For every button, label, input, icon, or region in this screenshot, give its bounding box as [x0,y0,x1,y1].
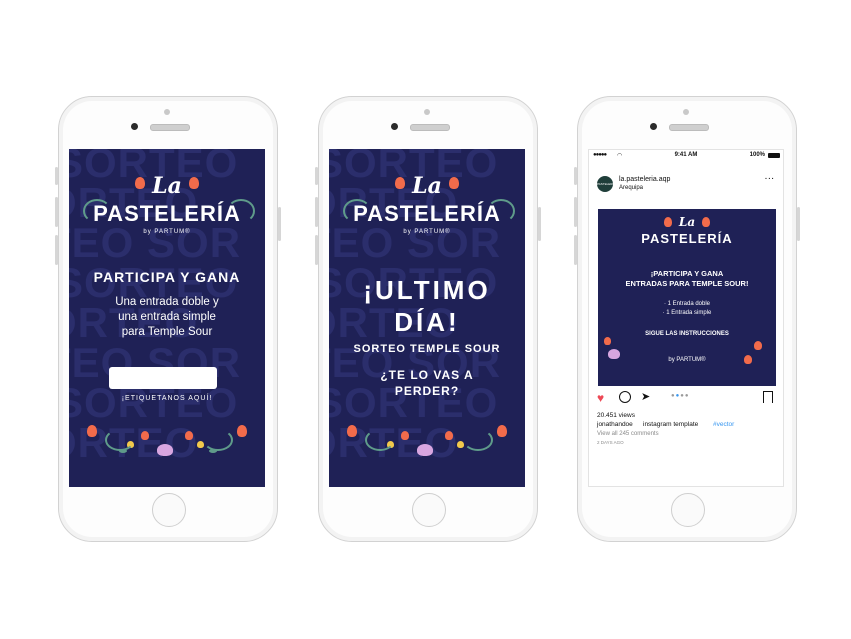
instagram-screen: ●●●●● ◠ 9:41 AM 100% PASTELERÍA la.paste… [588,149,784,487]
front-camera [391,123,398,130]
home-button[interactable] [152,493,186,527]
post-instructions: SIGUE LAS INSTRUCCIONES [645,331,729,337]
account-avatar[interactable]: PASTELERÍA [597,176,615,192]
logo-by-partum: by PARTUM® [403,229,451,235]
flower-icon [754,341,762,350]
view-comments-link[interactable]: View all 245 comments [597,431,659,437]
lotus-flower-icon [608,349,620,359]
flower-icon [445,431,453,440]
front-sensor [164,109,170,115]
front-sensor [424,109,430,115]
views-count: 20.451 views [597,412,635,419]
share-icon[interactable]: ➤ [641,390,650,403]
location[interactable]: Arequipa [619,185,643,191]
post-image: La PASTELERÍA ¡PARTICIPA Y GANA ENTRADAS… [598,209,776,386]
leaf-icon [209,449,217,453]
account-name[interactable]: la.pasteleria.aqp [619,176,670,183]
flower-icon [141,431,149,440]
lotus-flower-icon [417,444,433,456]
swirl-ornament-icon [105,429,135,451]
earpiece-speaker [410,124,450,131]
power-button [278,207,281,241]
flower-icon [237,425,247,437]
logo-pasteleria: PASTELERÍA [93,201,241,226]
mute-switch [55,167,58,185]
lotus-flower-icon [157,444,173,456]
volume-up-button [315,197,318,227]
question-line-1: ¿TE LO VAS A [380,368,474,382]
more-options-icon[interactable]: ··· [765,176,775,183]
tag-input[interactable] [109,367,217,389]
flower-icon [185,431,193,440]
body-line-2: una entrada simple [118,311,216,323]
comment-icon[interactable] [619,391,631,403]
logo-la: La [412,173,442,199]
phone-mockup-2: SORTEO SORTEO TEO SOR SORTEO SORTEO TEO … [315,96,541,542]
big-headline-line-1: ¡ULTIMO [363,275,491,305]
logo-pasteleria: PASTELERÍA [353,201,501,226]
front-camera [650,123,657,130]
phone-mockup-3: ●●●●● ◠ 9:41 AM 100% PASTELERÍA la.paste… [574,96,800,542]
post-time: 2 DAYS AGO [597,440,624,445]
flower-icon [401,431,409,440]
post-item-2: · 1 Entrada simple [662,310,712,316]
volume-up-button [574,197,577,227]
front-camera [131,123,138,130]
post-headline-line-2: ENTRADAS PARA TEMPLE SOUR! [625,279,749,288]
mute-switch [574,167,577,185]
leaf-icon [119,449,127,453]
earpiece-speaker [150,124,190,131]
battery-icon [768,153,780,158]
heading: PARTICIPA Y GANA [93,269,241,285]
username[interactable]: jonathandoe [597,421,633,428]
post-logo-pasteleria: PASTELERÍA [641,231,733,246]
logo-la: La [152,173,182,199]
home-button[interactable] [412,493,446,527]
flower-icon [604,337,611,345]
volume-up-button [55,197,58,227]
story-screen-2: SORTEO SORTEO TEO SOR SORTEO SORTEO TEO … [329,149,525,487]
volume-down-button [315,235,318,265]
earpiece-speaker [669,124,709,131]
hashtag-link[interactable]: #vector [713,421,734,428]
tag-label: ¡ETIQUETANOS AQUÍ! [121,395,213,402]
home-button[interactable] [671,493,705,527]
question-line-2: PERDER? [394,384,460,398]
post-headline-line-1: ¡PARTICIPA Y GANA [650,269,724,278]
power-button [538,207,541,241]
post-item-1: · 1 Entrada doble [663,301,711,307]
front-sensor [683,109,689,115]
carousel-dots-icon: ●●●● [671,393,690,399]
big-headline-line-2: DÍA! [394,307,460,337]
volume-down-button [55,235,58,265]
bookmark-icon[interactable] [763,391,773,403]
status-battery: 100% [749,152,765,158]
body-line-3: para Temple Sour [121,326,213,338]
logo-by-partum: by PARTUM® [143,229,191,235]
story-screen-1: SORTEO SORTEO TEO SOR SORTEO SORTEO TEO … [69,149,265,487]
heart-icon[interactable]: ♥ [597,391,604,405]
flower-icon [347,425,357,437]
volume-down-button [574,235,577,265]
post-logo-la: La [678,215,696,229]
body-line-1: Una entrada doble y [115,296,219,308]
phone-mockup-1: SORTEO SORTEO TEO SOR SORTEO SORTEO TEO … [55,96,281,542]
caption: instagram template [643,421,699,428]
swirl-ornament-icon [365,429,395,451]
flower-icon [87,425,97,437]
flower-icon [744,355,752,364]
subtitle: SORTEO TEMPLE SOUR [353,343,501,355]
flower-icon [497,425,507,437]
power-button [797,207,800,241]
mute-switch [315,167,318,185]
swirl-ornament-icon [203,429,233,451]
status-bar: ●●●●● ◠ 9:41 AM 100% [589,152,783,162]
swirl-ornament-icon [463,429,493,451]
